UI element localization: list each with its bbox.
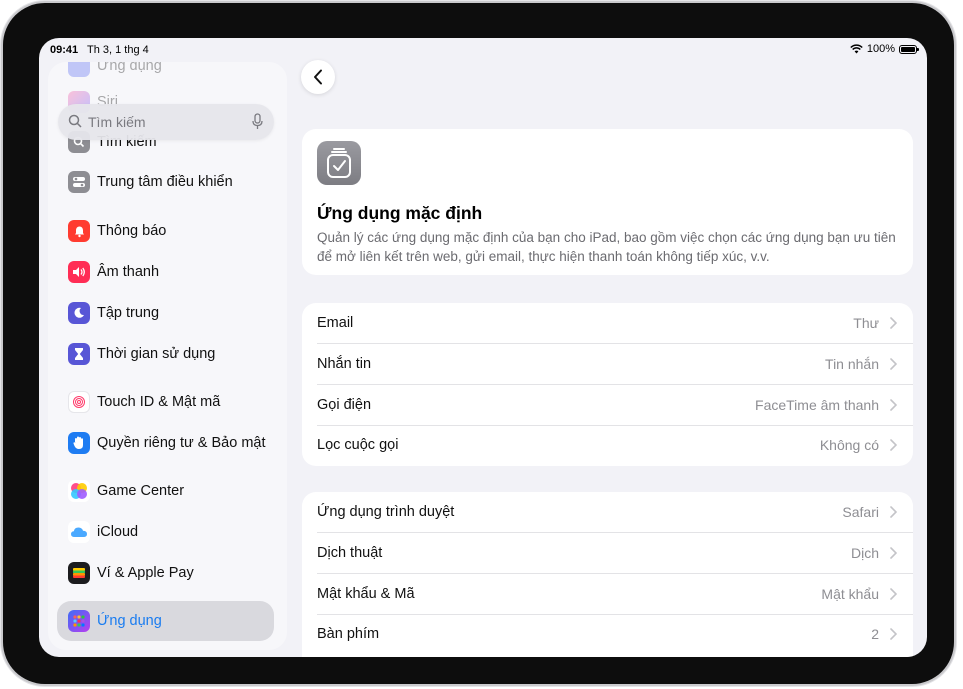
page-description: Quản lý các ứng dụng mặc định của bạn ch… <box>317 230 896 264</box>
sidebar-item-label: Thông báo <box>97 223 167 239</box>
row-value: Thư <box>853 315 879 331</box>
default-apps-group-2: Ứng dụng trình duyệt Safari Dịch thuật D… <box>302 492 913 657</box>
hand-icon <box>68 432 90 454</box>
sidebar-item-notifications[interactable]: Thông báo <box>48 213 287 249</box>
chevron-right-icon <box>890 588 897 600</box>
search-placeholder: Tìm kiếm <box>88 114 146 130</box>
header-card: Ứng dụng mặc định Quản lý các ứng dụng m… <box>302 129 913 275</box>
sidebar-item-game-center[interactable]: Game Center <box>48 473 287 509</box>
search-input[interactable]: Tìm kiếm <box>58 104 274 140</box>
sidebar-item-label: Ứng dụng <box>97 62 162 74</box>
chevron-right-icon <box>890 317 897 329</box>
sidebar-item-privacy[interactable]: Quyền riêng tư & Bảo mật <box>48 425 287 461</box>
row-value: Safari <box>842 504 879 520</box>
sidebar-item-label: Âm thanh <box>97 264 160 280</box>
sidebar-item-sounds[interactable]: Âm thanh <box>48 254 287 290</box>
list-row-email[interactable]: Email Thư <box>302 303 913 344</box>
sidebar-item-screen-time[interactable]: Thời gian sử dụng <box>48 336 287 372</box>
list-row-keyboards[interactable]: Bàn phím 2 <box>302 614 913 655</box>
row-label: Email <box>317 315 354 331</box>
battery-icon <box>899 44 919 54</box>
sidebar-item-label: Ví & Apple Pay <box>97 565 194 581</box>
apps-grid-icon <box>68 62 90 77</box>
default-apps-icon <box>317 141 361 185</box>
sidebar-item-label: Ứng dụng <box>97 613 162 629</box>
wifi-icon <box>850 44 863 54</box>
sidebar-item-control-center[interactable]: Trung tâm điều khiển <box>48 164 287 200</box>
game-center-icon <box>68 480 90 502</box>
fingerprint-icon <box>68 391 90 413</box>
status-time: 09:41 <box>50 44 79 56</box>
search-icon <box>68 114 82 128</box>
row-label: Lọc cuộc gọi <box>317 437 399 453</box>
sidebar-item-label: Touch ID & Mật mã <box>97 394 221 410</box>
status-date: Th 3, 1 thg 4 <box>87 44 149 56</box>
sidebar-item-label: Game Center <box>97 483 185 499</box>
sidebar-item-icloud[interactable]: iCloud <box>48 514 287 550</box>
chevron-right-icon <box>890 439 897 451</box>
sidebar-item-label: Quyền riêng tư & Bảo mật <box>97 435 266 451</box>
row-label: Nhắn tin <box>317 356 372 372</box>
row-label: Mật khẩu & Mã <box>317 586 415 602</box>
chevron-right-icon <box>890 399 897 411</box>
row-value: Dịch <box>850 545 879 561</box>
sidebar-item-touch-id[interactable]: Touch ID & Mật mã <box>48 384 287 420</box>
status-right: 100% <box>850 43 919 55</box>
status-bar: 09:41 Th 3, 1 thg 4 100% <box>39 38 927 62</box>
row-label: Gọi điện <box>317 397 372 413</box>
row-label: Bàn phím <box>317 626 380 642</box>
sidebar-item-label: Trung tâm điều khiển <box>97 174 233 190</box>
control-center-icon <box>68 171 90 193</box>
sidebar: Ứng dụng Siri Tìm kiếm Trung tâm điều kh… <box>48 62 287 650</box>
back-button[interactable] <box>301 60 335 94</box>
chevron-right-icon <box>890 506 897 518</box>
default-apps-group-1: Email Thư Nhắn tin Tin nhắn Gọi điện Fac… <box>302 303 913 466</box>
chevron-right-icon <box>890 547 897 559</box>
row-value: Không có <box>819 437 879 453</box>
list-row-messaging[interactable]: Nhắn tin Tin nhắn <box>302 344 913 385</box>
list-row-translation[interactable]: Dịch thuật Dịch <box>302 533 913 574</box>
chevron-right-icon <box>890 628 897 640</box>
row-label: Dịch thuật <box>317 545 383 561</box>
list-row-passwords[interactable]: Mật khẩu & Mã Mật khẩu <box>302 574 913 615</box>
apps-grid-icon <box>68 610 90 632</box>
row-value: Mật khẩu <box>821 586 879 602</box>
hourglass-icon <box>68 343 90 365</box>
screen: 09:41 Th 3, 1 thg 4 100% Ứng dụng Siri T… <box>39 38 927 657</box>
speaker-icon <box>68 261 90 283</box>
sidebar-item-focus[interactable]: Tập trung <box>48 295 287 331</box>
page-title: Ứng dụng mặc định <box>317 203 483 223</box>
battery-percent: 100% <box>866 43 895 55</box>
wallet-icon <box>68 562 90 584</box>
sidebar-item-label: Thời gian sử dụng <box>97 346 216 362</box>
moon-icon <box>68 302 90 324</box>
list-row-calling[interactable]: Gọi điện FaceTime âm thanh <box>302 385 913 426</box>
ipad-frame: 09:41 Th 3, 1 thg 4 100% Ứng dụng Siri T… <box>3 3 954 684</box>
chevron-left-icon <box>314 69 322 85</box>
row-value: 2 <box>871 626 879 642</box>
sidebar-item-wallet[interactable]: Ví & Apple Pay <box>48 555 287 591</box>
list-row-call-filtering[interactable]: Lọc cuộc gọi Không có <box>302 425 913 466</box>
sidebar-item-label: Tập trung <box>97 305 160 321</box>
sidebar-item-apps-top[interactable]: Ứng dụng <box>48 62 287 84</box>
microphone-icon[interactable] <box>252 113 263 130</box>
cloud-icon <box>68 521 90 543</box>
bell-icon <box>68 220 90 242</box>
list-row-browser[interactable]: Ứng dụng trình duyệt Safari <box>302 492 913 533</box>
sidebar-item-apps[interactable]: Ứng dụng <box>57 601 274 641</box>
sidebar-item-label: iCloud <box>97 524 139 540</box>
row-value: FaceTime âm thanh <box>755 397 879 413</box>
row-label: Ứng dụng trình duyệt <box>317 504 455 520</box>
chevron-right-icon <box>890 358 897 370</box>
row-value: Tin nhắn <box>825 356 879 372</box>
